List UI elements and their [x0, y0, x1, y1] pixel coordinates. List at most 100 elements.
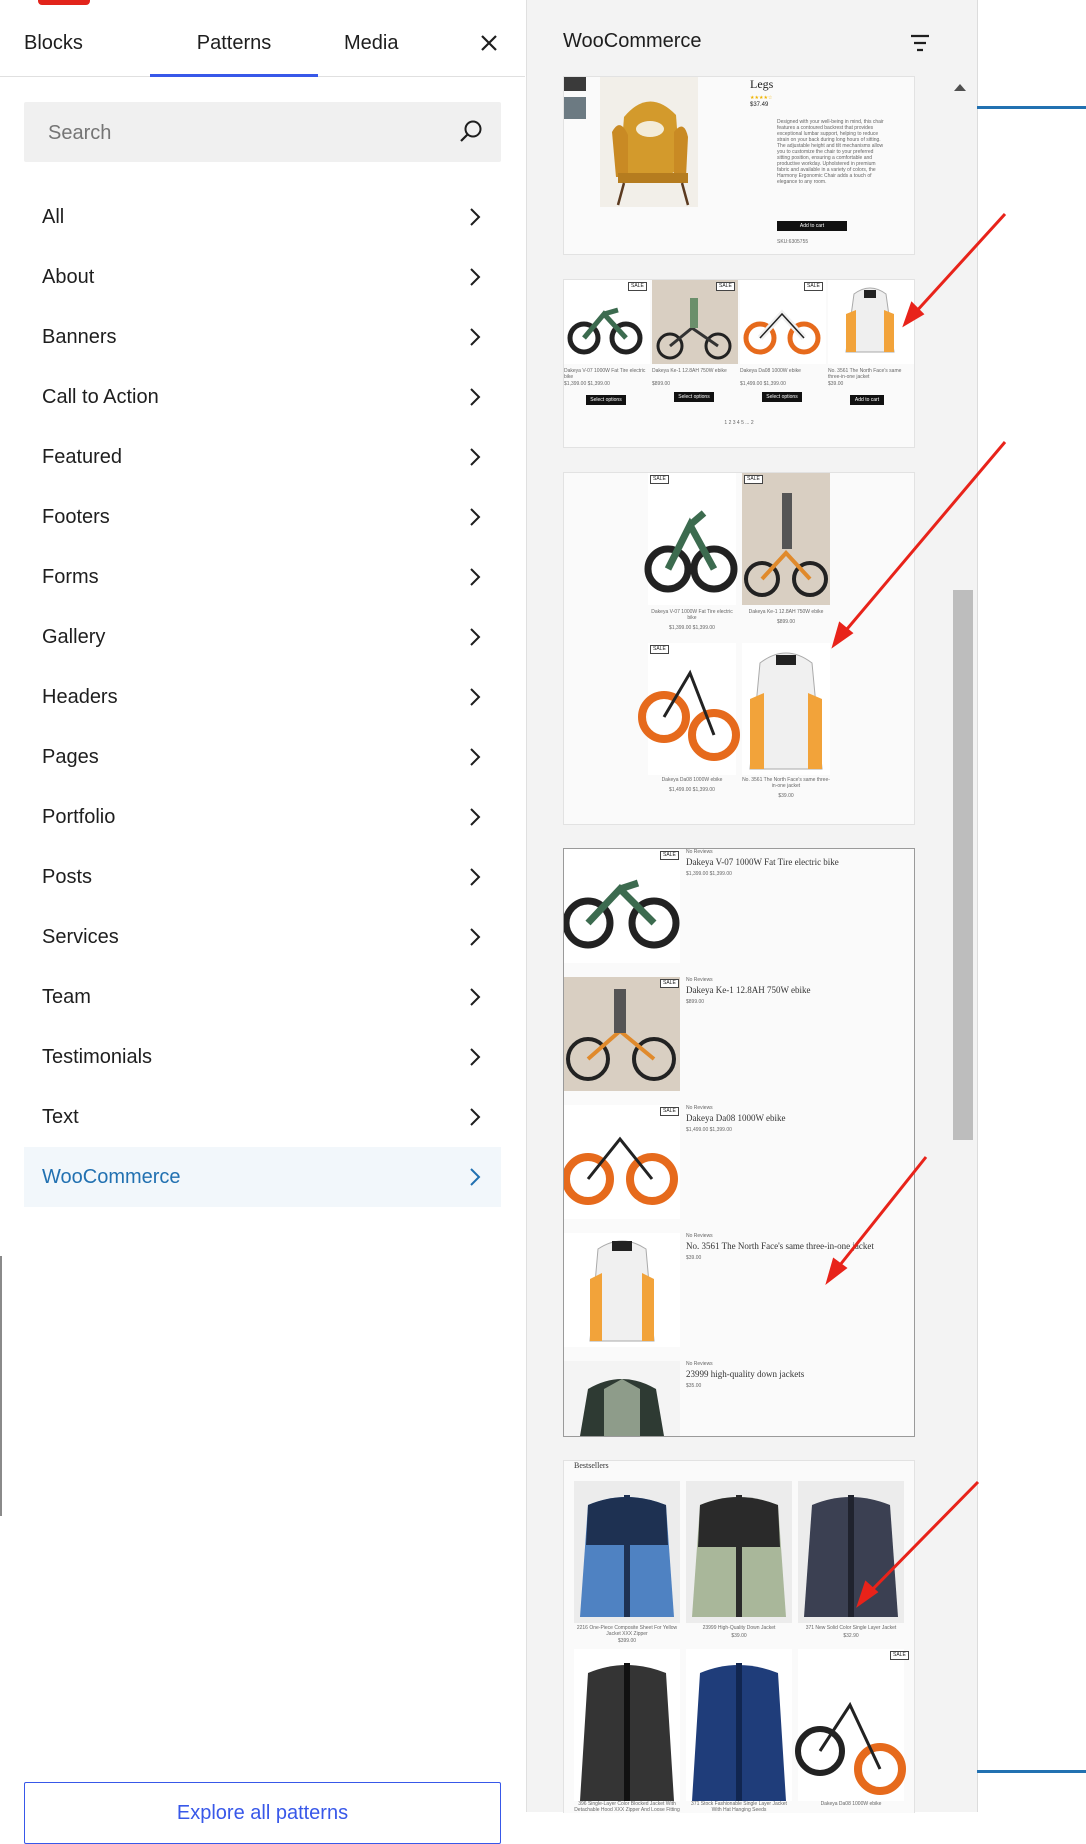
category-label: Testimonials	[42, 1046, 153, 1068]
category-banners[interactable]: Banners	[24, 307, 501, 367]
category-gallery[interactable]: Gallery	[24, 607, 501, 667]
category-label: WooCommerce	[42, 1166, 181, 1188]
product-sku: SKU:6305755	[777, 239, 809, 245]
product-price: $35.00	[686, 1383, 702, 1389]
chevron-right-icon	[470, 928, 481, 946]
category-label: Footers	[42, 506, 110, 528]
panel-edge-divider	[0, 1256, 2, 1516]
canvas-block-outline-top	[977, 106, 1086, 109]
product-price: $39.00	[828, 381, 844, 387]
category-label: Pages	[42, 746, 99, 768]
product-price: $899.00	[686, 999, 705, 1005]
product-name: Dakeya Da08 1000W ebike	[798, 1801, 904, 1813]
product-price: $32.90	[843, 1633, 859, 1639]
active-tab-indicator	[150, 74, 318, 77]
product-description: Designed with your well-being in mind, t…	[777, 119, 884, 185]
category-label: Portfolio	[42, 806, 116, 828]
product-title: Legs	[750, 77, 774, 91]
search-box	[24, 102, 501, 164]
chevron-right-icon	[470, 688, 481, 706]
product-name: 371 New Solid Color Single Layer Jacket	[805, 1625, 897, 1631]
product-name: No. 3561 The North Face's same three-in-…	[828, 368, 902, 380]
pattern-category-list: All About Banners Call to Action Feature…	[24, 187, 501, 1207]
pattern-card-single-product[interactable]: Legs ★★★★☆ $37.49 Designed with your wel…	[563, 76, 915, 255]
tab-patterns[interactable]: Patterns	[150, 0, 318, 76]
star-rating-icon: ★★★★☆	[750, 95, 773, 101]
chevron-right-icon	[470, 988, 481, 1006]
product-price: $1,499.00 $1,399.00	[740, 381, 786, 387]
add-to-cart-button[interactable]: Add to cart	[777, 221, 847, 231]
category-team[interactable]: Team	[24, 967, 501, 1027]
category-label: Text	[42, 1106, 79, 1128]
chevron-right-icon	[470, 1048, 481, 1066]
category-pages[interactable]: Pages	[24, 727, 501, 787]
no-reviews-label: No Reviews	[686, 977, 713, 983]
panel-title: WooCommerce	[563, 30, 702, 52]
chevron-right-icon	[470, 388, 481, 406]
canvas-divider	[977, 0, 978, 1812]
product-name: Dakeya Ke-1 12.8AH 750W ebike	[652, 368, 727, 374]
category-featured[interactable]: Featured	[24, 427, 501, 487]
product-name: 2216 One-Piece Composite Sheet For Yello…	[576, 1625, 678, 1637]
sale-badge: SALE	[650, 645, 669, 654]
pattern-card-product-grid[interactable]: SALE SALE SALE Dakeya V-07 1000W Fat Tir…	[563, 279, 915, 448]
category-services[interactable]: Services	[24, 907, 501, 967]
scroll-up-arrow-icon[interactable]	[953, 82, 967, 92]
pattern-card-product-list[interactable]: SALE SALE SALE No Reviews Dakeya V-07 10…	[563, 848, 915, 1437]
category-about[interactable]: About	[24, 247, 501, 307]
category-label: Banners	[42, 326, 117, 348]
pattern-card-bestsellers[interactable]: Bestsellers SALE 2216 One-Piece Composit…	[563, 1460, 915, 1813]
product-grid-images	[564, 280, 914, 364]
explore-all-patterns-button[interactable]: Explore all patterns	[24, 1782, 501, 1844]
category-portfolio[interactable]: Portfolio	[24, 787, 501, 847]
sale-badge: SALE	[804, 282, 823, 291]
add-to-cart-button[interactable]: Add to cart	[850, 395, 884, 405]
no-reviews-label: No Reviews	[686, 849, 713, 855]
product-price: $37.49	[750, 102, 769, 108]
category-call-to-action[interactable]: Call to Action	[24, 367, 501, 427]
product-name: 371 Stock Fashionable Single Layer Jacke…	[686, 1801, 792, 1813]
sale-badge: SALE	[744, 475, 763, 484]
chevron-right-icon	[470, 1168, 481, 1186]
tab-media[interactable]: Media	[344, 0, 398, 76]
no-reviews-label: No Reviews	[686, 1233, 713, 1239]
category-forms[interactable]: Forms	[24, 547, 501, 607]
pagination[interactable]: 1 2 3 4 5 ... 2	[564, 420, 914, 426]
category-headers[interactable]: Headers	[24, 667, 501, 727]
category-text[interactable]: Text	[24, 1087, 501, 1147]
filter-icon[interactable]	[905, 28, 935, 58]
category-woocommerce[interactable]: WooCommerce	[24, 1147, 501, 1207]
product-price: $1,499.00 $1,399.00	[686, 1127, 732, 1133]
tab-blocks[interactable]: Blocks	[24, 0, 83, 76]
product-name: Dakeya Ke-1 12.8AH 750W ebike	[748, 609, 824, 615]
category-testimonials[interactable]: Testimonials	[24, 1027, 501, 1087]
product-price: $1,399.00 $1,399.00	[669, 625, 715, 631]
product-name: Dakeya Da08 1000W ebike	[686, 1113, 786, 1123]
select-options-button[interactable]: Select options	[674, 392, 714, 402]
scrollbar-thumb[interactable]	[953, 590, 973, 1140]
chevron-right-icon	[470, 568, 481, 586]
product-collection-images	[638, 473, 830, 775]
chevron-right-icon	[470, 808, 481, 826]
select-options-button[interactable]: Select options	[762, 392, 802, 402]
product-name: Dakeya Da08 1000W ebike	[661, 777, 723, 783]
product-price: $39.00	[686, 1255, 702, 1261]
select-options-button[interactable]: Select options	[586, 395, 626, 405]
category-label: Services	[42, 926, 119, 948]
category-posts[interactable]: Posts	[24, 847, 501, 907]
category-footers[interactable]: Footers	[24, 487, 501, 547]
category-label: Call to Action	[42, 386, 159, 408]
category-all[interactable]: All	[24, 187, 501, 247]
product-name: 23999 high-quality down jackets	[686, 1369, 805, 1379]
chevron-right-icon	[470, 1108, 481, 1126]
editor-canvas[interactable]	[977, 0, 1086, 1812]
sale-badge: SALE	[890, 1651, 909, 1660]
pattern-card-product-collection-2col[interactable]: SALE SALE SALE Dakeya V-07 1000W Fat Tir…	[563, 472, 915, 825]
chevron-right-icon	[470, 628, 481, 646]
no-reviews-label: No Reviews	[686, 1105, 713, 1111]
search-icon[interactable]	[457, 118, 485, 146]
search-input[interactable]	[24, 102, 470, 164]
close-icon[interactable]	[470, 24, 508, 62]
product-name: 396 Single-Layer Color Blocked Jacket Wi…	[574, 1801, 680, 1813]
product-price: $1,499.00 $1,399.00	[669, 787, 715, 793]
